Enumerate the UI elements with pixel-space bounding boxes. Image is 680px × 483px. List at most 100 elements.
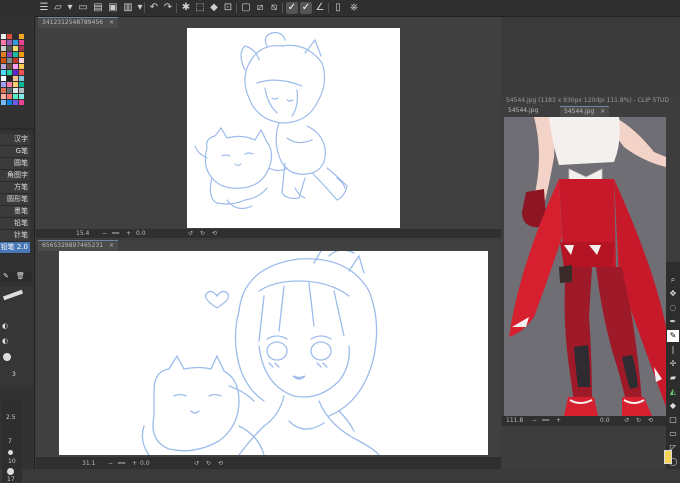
color-swatch[interactable] — [1, 52, 6, 57]
opacity-icon[interactable]: ◐ — [2, 337, 8, 345]
color-swatch[interactable] — [19, 82, 24, 87]
rotate-right-icon[interactable]: ↻ — [200, 229, 205, 238]
color-swatch[interactable] — [7, 46, 12, 51]
open-folder-icon[interactable]: ▣ — [107, 2, 119, 14]
move-icon[interactable]: ✥ — [667, 288, 679, 300]
color-swatch[interactable] — [7, 64, 12, 69]
zoom-level[interactable]: 31.1 — [82, 459, 95, 468]
color-swatch[interactable] — [1, 34, 6, 39]
undo-icon[interactable]: ↶ — [148, 2, 160, 14]
zoom-slider[interactable]: ━━ — [542, 416, 549, 425]
canvas-paper[interactable] — [187, 28, 400, 228]
blend-mode-icon[interactable]: ◐ — [2, 322, 8, 330]
color-swatch[interactable] — [13, 46, 18, 51]
color-swatch[interactable] — [1, 94, 6, 99]
eraser-icon[interactable]: ▰ — [667, 372, 679, 384]
color-swatch[interactable] — [1, 40, 6, 45]
zoom-in-icon[interactable]: + — [556, 416, 561, 425]
ruler-icon[interactable]: ∠ — [314, 2, 326, 14]
brush-size-dot[interactable] — [7, 468, 14, 475]
menu-icon[interactable]: ☰ — [38, 2, 50, 14]
color-swatch[interactable] — [7, 94, 12, 99]
color-swatch[interactable] — [1, 82, 6, 87]
subtool-item[interactable]: 铅笔 — [0, 218, 30, 230]
color-swatch[interactable] — [7, 100, 12, 105]
close-icon[interactable]: × — [600, 108, 605, 115]
pen-icon[interactable]: ✒ — [667, 316, 679, 328]
color-swatch[interactable] — [13, 34, 18, 39]
brush-size-dot[interactable] — [8, 450, 13, 455]
color-swatch[interactable] — [1, 46, 6, 51]
zoom-level[interactable]: 111.8 — [506, 416, 523, 425]
rotate-right-icon[interactable]: ↻ — [636, 416, 641, 425]
subtool-item[interactable]: 圆笔 — [0, 158, 30, 170]
reset-rotation-icon[interactable]: ⟲ — [648, 416, 653, 425]
dropdown-icon[interactable]: ▾ — [64, 2, 76, 14]
subtool-item[interactable]: 圆形笔 — [0, 194, 30, 206]
canvas-paper[interactable] — [59, 251, 488, 455]
color-swatch[interactable] — [13, 64, 18, 69]
fill-icon[interactable]: ◆ — [667, 400, 679, 412]
delete-icon[interactable]: 🗑 — [16, 272, 25, 280]
snap-to-special-ruler-icon[interactable]: ✓ — [300, 2, 312, 14]
deselect-icon[interactable]: ⧅ — [268, 2, 280, 14]
color-swatch[interactable] — [13, 52, 18, 57]
color-swatch[interactable] — [7, 58, 12, 63]
brush-size-value[interactable]: 17 — [7, 476, 15, 483]
gradient-icon[interactable]: ◭ — [667, 386, 679, 398]
snap-to-ruler-icon[interactable]: ✓ — [286, 2, 298, 14]
color-swatch[interactable] — [19, 88, 24, 93]
rotation-angle[interactable]: 0.0 — [600, 416, 610, 425]
color-swatch[interactable] — [19, 100, 24, 105]
blend-icon[interactable]: ✢ — [667, 358, 679, 370]
color-swatch[interactable] — [1, 100, 6, 105]
zoom-level[interactable]: 15.4 — [76, 229, 89, 238]
fill-icon[interactable]: ◆ — [208, 2, 220, 14]
brush-size-palette[interactable]: 2.5 7 10 17 — [2, 400, 22, 483]
reset-rotation-icon[interactable]: ⟲ — [218, 459, 223, 468]
subtool-item[interactable]: 汉字 — [0, 134, 30, 146]
canvas-tab[interactable]: 3412312548789456 × — [38, 17, 119, 28]
zoom-icon[interactable]: ⌕ — [667, 274, 679, 286]
color-swatch[interactable] — [13, 40, 18, 45]
color-swatch[interactable] — [7, 52, 12, 57]
color-swatch[interactable] — [13, 82, 18, 87]
frame-icon[interactable]: ▭ — [667, 428, 679, 440]
zoom-out-icon[interactable]: − — [102, 229, 107, 238]
zoom-in-icon[interactable]: + — [126, 229, 131, 238]
reference-image[interactable] — [504, 117, 666, 416]
open-file-icon[interactable]: ▭ — [77, 2, 89, 14]
subtool-item[interactable]: 墨笔 — [0, 206, 30, 218]
color-swatch[interactable] — [19, 64, 24, 69]
color-swatch[interactable] — [7, 70, 12, 75]
redo-icon[interactable]: ↷ — [162, 2, 174, 14]
color-swatch[interactable] — [7, 76, 12, 81]
subtool-item[interactable]: 铅笔 2.0 — [0, 242, 30, 254]
color-swatch[interactable] — [19, 52, 24, 57]
color-swatch[interactable] — [19, 46, 24, 51]
brush-size-value[interactable]: 2.5 — [6, 414, 16, 421]
rotate-right-icon[interactable]: ↻ — [206, 459, 211, 468]
reference-tab[interactable]: 54544.jpg — [504, 106, 543, 116]
crop-icon[interactable]: ⊡ — [222, 2, 234, 14]
reference-tab-active[interactable]: 54544.jpg × — [560, 106, 610, 117]
color-swatch[interactable] — [13, 58, 18, 63]
subtool-item[interactable]: 角图字 — [0, 170, 30, 182]
color-swatch[interactable] — [13, 94, 18, 99]
color-swatch[interactable] — [7, 34, 12, 39]
zoom-slider[interactable]: ━━ — [112, 229, 119, 238]
color-swatch[interactable] — [1, 76, 6, 81]
color-swatch[interactable] — [13, 88, 18, 93]
subtool-item[interactable]: G笔 — [0, 146, 30, 158]
rotate-left-icon[interactable]: ↺ — [188, 229, 193, 238]
color-swatch[interactable] — [1, 58, 6, 63]
color-swatch[interactable] — [13, 100, 18, 105]
color-swatch[interactable] — [19, 34, 24, 39]
color-swatch[interactable] — [19, 40, 24, 45]
reset-rotation-icon[interactable]: ⟲ — [212, 229, 217, 238]
brush-icon[interactable]: ✎ — [3, 272, 9, 280]
color-swatch[interactable] — [19, 76, 24, 81]
tablet-icon[interactable]: ▯ — [332, 2, 344, 14]
subtool-item[interactable]: 方笔 — [0, 182, 30, 194]
transform-icon[interactable]: ✱ — [180, 2, 192, 14]
